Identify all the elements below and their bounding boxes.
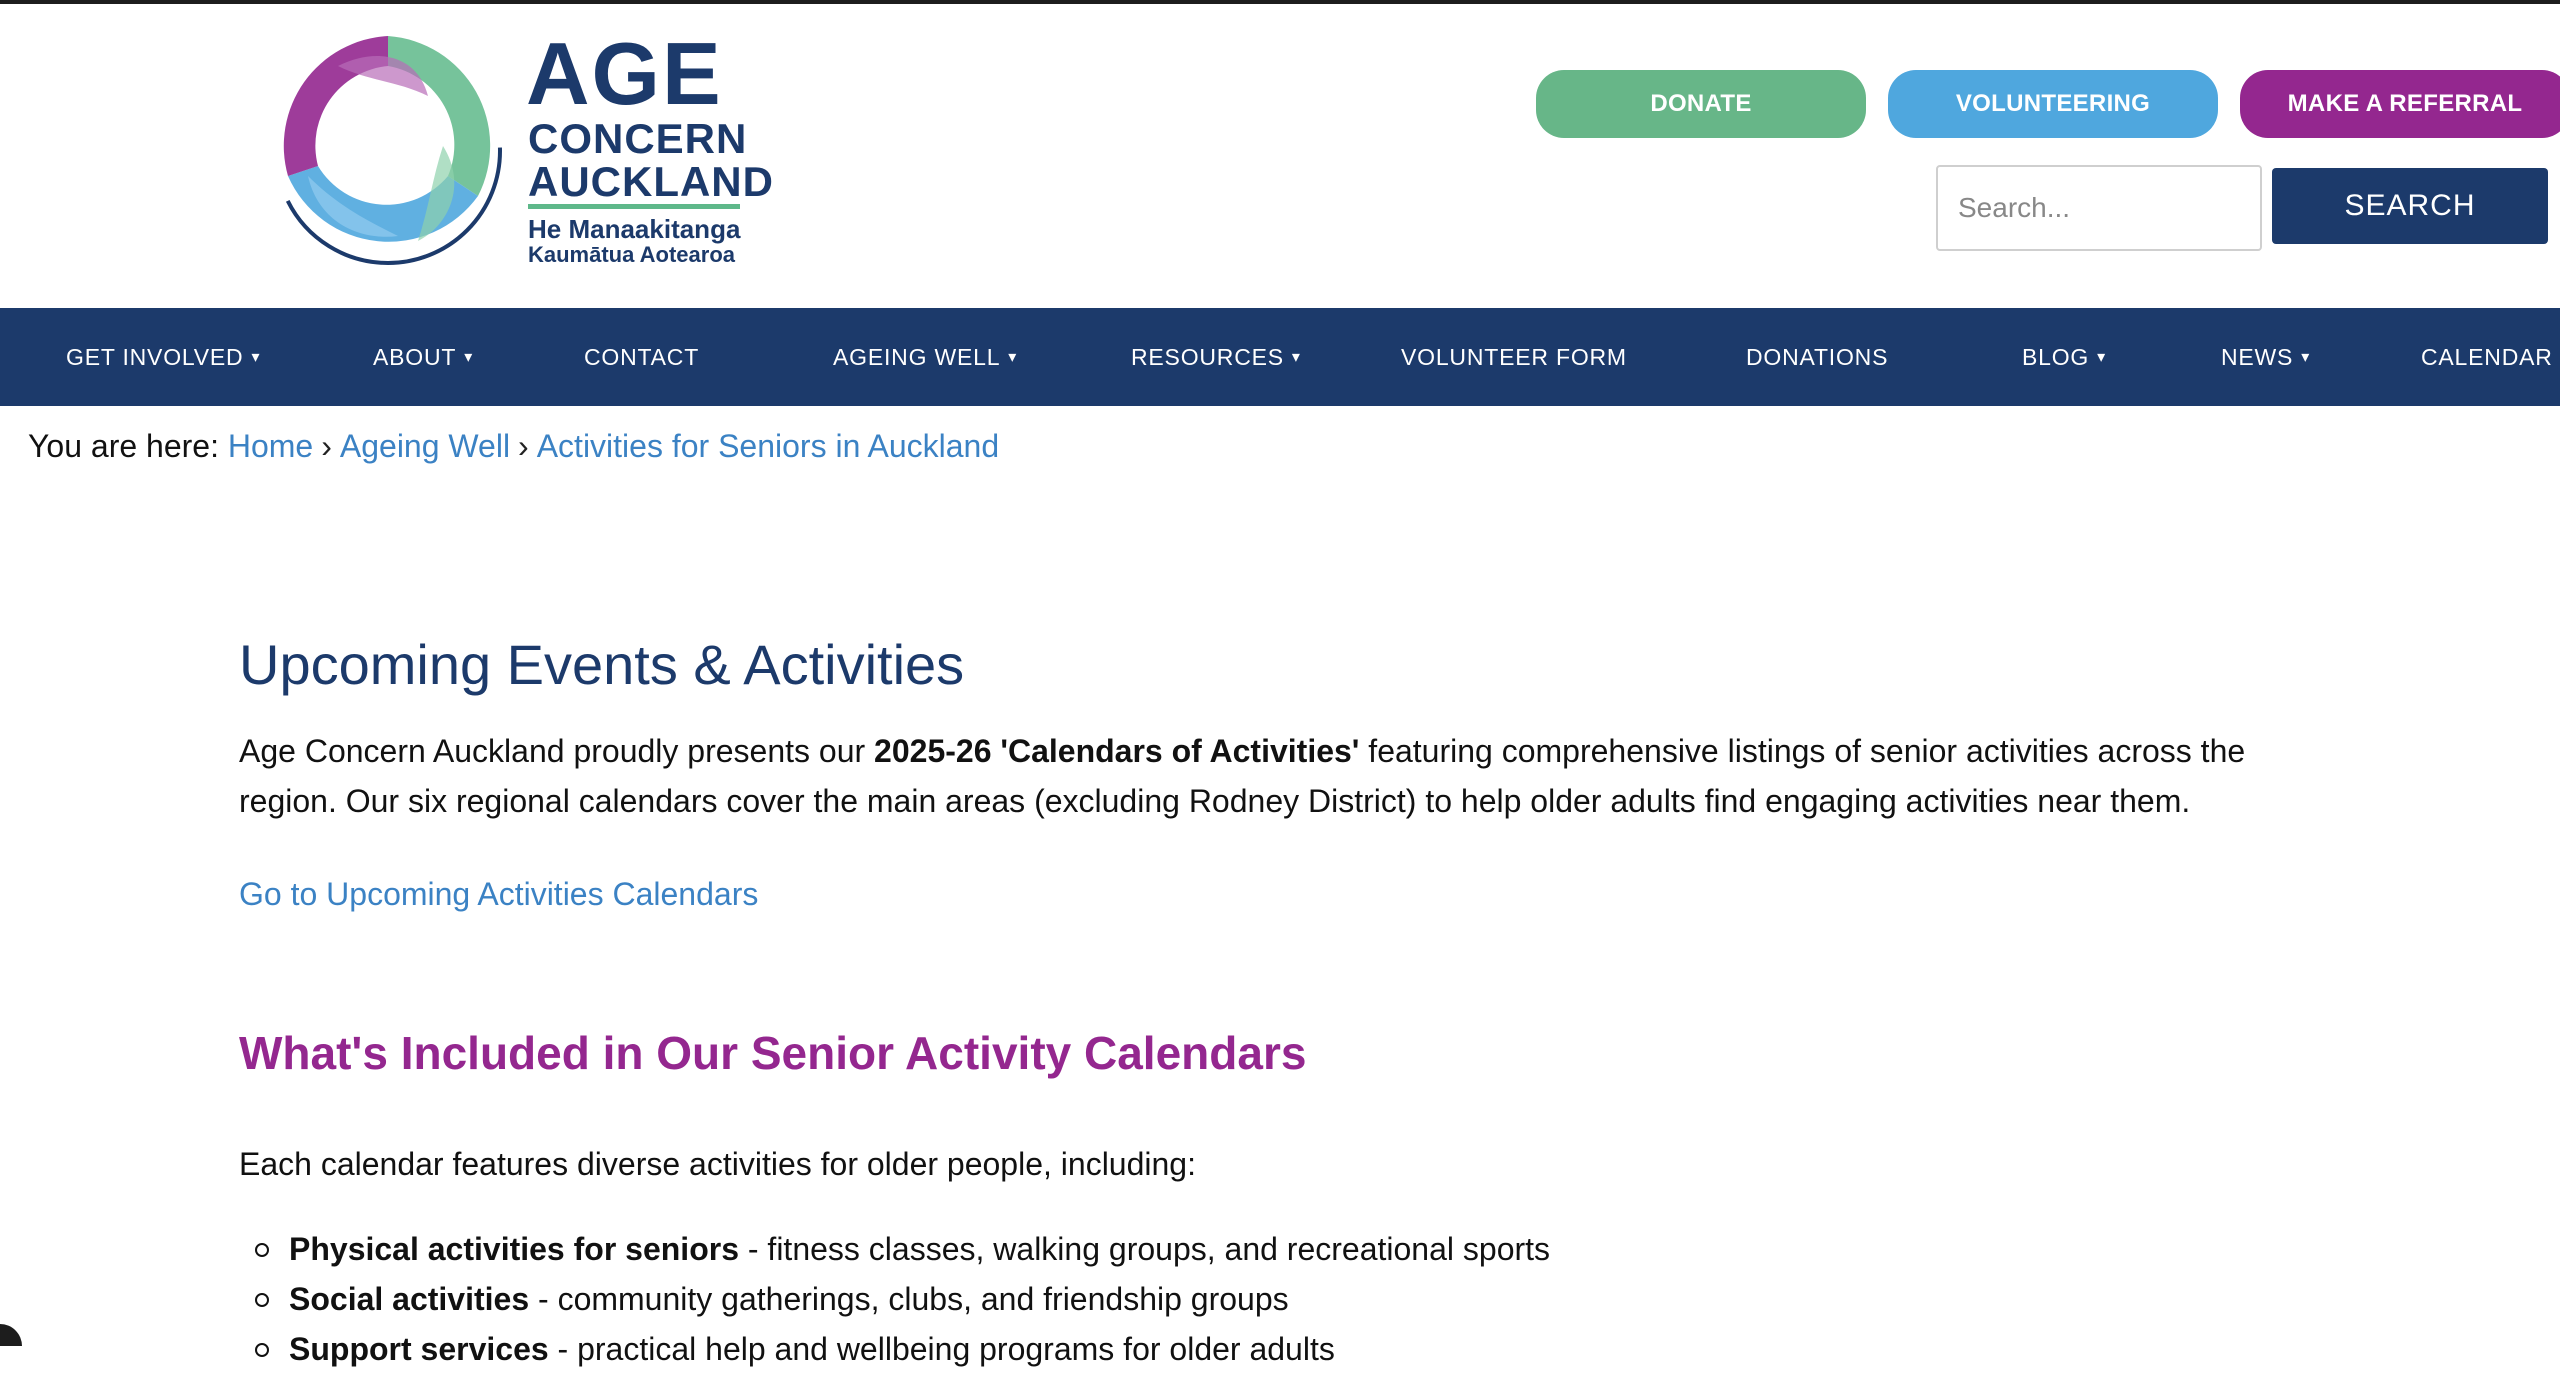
activity-types-list: Physical activities for seniors - fitnes… [239, 1224, 1550, 1374]
nav-item-calendar[interactable]: CALENDAR [2421, 308, 2553, 406]
breadcrumb-ageing-well-link[interactable]: Ageing Well [340, 428, 510, 464]
nav-item-label: VOLUNTEER FORM [1401, 343, 1627, 370]
chevron-down-icon: ▾ [2097, 349, 2106, 366]
logo-tagline: He Manaakitanga [528, 214, 741, 244]
list-item-text: - fitness classes, walking groups, and r… [738, 1231, 1551, 1267]
nav-item-label: CALENDAR [2421, 343, 2553, 370]
search-input[interactable] [1936, 165, 2262, 251]
nav-item-donations[interactable]: DONATIONS [1746, 308, 1888, 406]
chevron-down-icon: ▾ [464, 349, 474, 366]
nav-item-label: AGEING WELL [833, 343, 1001, 370]
list-item-title: Support services [289, 1331, 549, 1367]
list-item-title: Physical activities for seniors [289, 1231, 739, 1267]
nav-item-resources[interactable]: RESOURCES ▾ [1131, 308, 1301, 406]
site-logo[interactable]: AGE CONCERN AUCKLAND He Manaakitanga Kau… [268, 24, 773, 276]
main-nav: GET INVOLVED ▾ ABOUT ▾ CONTACT AGEING WELL… [0, 308, 2560, 406]
nav-item-news[interactable]: NEWS ▾ [2221, 308, 2310, 406]
list-item-text: - practical help and wellbeing programs … [548, 1331, 1335, 1367]
nav-item-label: GET INVOLVED [66, 343, 244, 370]
breadcrumb-current-page-link[interactable]: Activities for Seniors in Auckland [537, 428, 999, 464]
list-item: Physical activities for seniors - fitnes… [239, 1224, 1550, 1274]
nav-item-contact[interactable]: CONTACT [584, 308, 699, 406]
logo-swirl-icon [274, 36, 502, 265]
list-item-title: Social activities [289, 1281, 530, 1317]
logo-word-auckland: AUCKLAND [528, 158, 774, 205]
nav-item-label: DONATIONS [1746, 343, 1889, 370]
nav-item-label: CONTACT [584, 343, 700, 370]
nav-item-label: RESOURCES [1131, 343, 1284, 370]
window-top-edge [0, 0, 2560, 4]
breadcrumb: You are here: Home › Ageing Well › Activitie… [28, 428, 999, 465]
nav-item-ageing-well[interactable]: AGEING WELL ▾ [833, 308, 1017, 406]
nav-item-about[interactable]: ABOUT ▾ [373, 308, 473, 406]
volunteering-button[interactable]: VOLUNTEERING [1888, 70, 2218, 138]
logo-word-concern: CONCERN [528, 115, 748, 162]
make-referral-button[interactable]: MAKE A REFERRAL [2240, 70, 2560, 138]
intro-text-highlight: 2025-26 'Calendars of Activities' [874, 733, 1360, 769]
window-corner [0, 1324, 22, 1346]
intro-paragraph: Age Concern Auckland proudly presents ou… [239, 726, 2329, 826]
list-item-text: - community gatherings, clubs, and frien… [529, 1281, 1289, 1317]
nav-item-label: BLOG [2022, 343, 2090, 370]
breadcrumb-home-link[interactable]: Home [228, 428, 313, 464]
section-lead: Each calendar features diverse activitie… [239, 1146, 1196, 1182]
section-title: What's Included in Our Senior Activity C… [239, 1027, 1307, 1079]
nav-item-blog[interactable]: BLOG ▾ [2022, 308, 2106, 406]
logo-divider [528, 204, 740, 209]
logo-tagline-secondary: Kaumātua Aotearoa [528, 242, 736, 267]
chevron-down-icon: ▾ [1008, 349, 1018, 366]
intro-text-start: Age Concern Auckland proudly presents ou… [239, 733, 875, 769]
chevron-down-icon: ▾ [2301, 349, 2311, 366]
upcoming-calendars-link[interactable]: Go to Upcoming Activities Calendars [239, 876, 758, 913]
nav-item-get-involved[interactable]: GET INVOLVED ▾ [66, 308, 260, 406]
donate-button[interactable]: DONATE [1536, 70, 1866, 138]
breadcrumb-separator: › [321, 428, 332, 464]
search-button[interactable]: SEARCH [2272, 168, 2548, 244]
page-title: Upcoming Events & Activities [239, 633, 965, 696]
breadcrumb-separator: › [518, 428, 529, 464]
nav-item-volunteer-form[interactable]: VOLUNTEER FORM [1401, 308, 1627, 406]
list-item: Social activities - community gatherings… [239, 1274, 1550, 1324]
logo-word-age: AGE [526, 24, 723, 123]
chevron-down-icon: ▾ [1291, 349, 1301, 366]
breadcrumb-prefix: You are here: [28, 428, 219, 464]
nav-item-label: ABOUT [373, 343, 457, 370]
chevron-down-icon: ▾ [251, 349, 261, 366]
nav-item-label: NEWS [2221, 343, 2294, 370]
list-item: Support services - practical help and we… [239, 1324, 1550, 1374]
